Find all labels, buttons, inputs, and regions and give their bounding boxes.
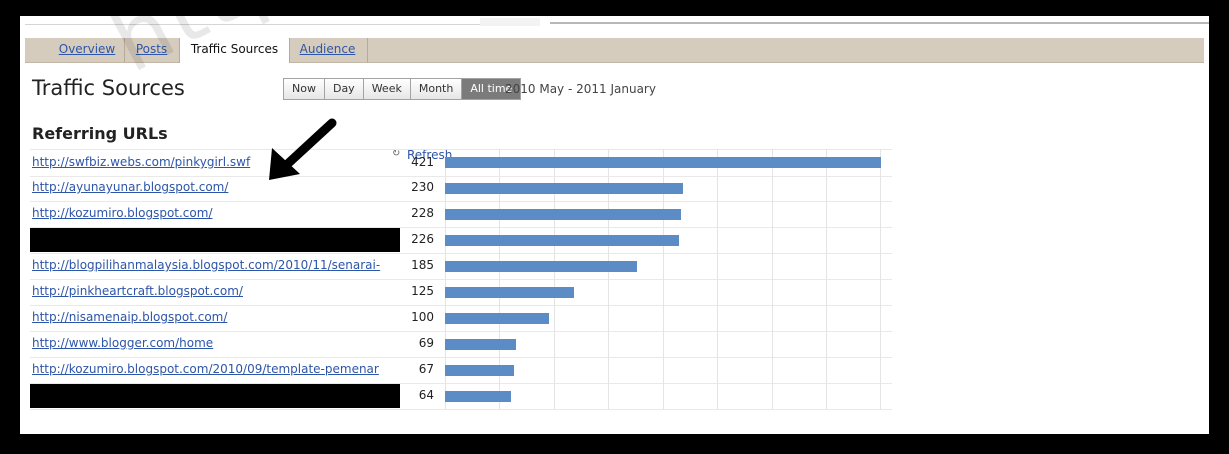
referrer-bar	[445, 183, 683, 194]
referrer-link[interactable]: http://www.blogger.com/home	[32, 336, 382, 350]
time-button-day[interactable]: Day	[324, 79, 364, 99]
divider	[25, 24, 480, 25]
tab-audience[interactable]: Audience	[288, 38, 368, 62]
screenshot-canvas: Overview Posts Traffic Sources Audience …	[20, 16, 1209, 434]
time-range-selector: Now Day Week Month All time	[283, 78, 522, 100]
visit-count: 230	[411, 180, 434, 194]
referrer-bar	[445, 313, 549, 324]
tab-posts[interactable]: Posts	[124, 38, 180, 62]
referring-urls-heading: Referring URLs	[32, 124, 168, 143]
gridline	[772, 149, 773, 409]
tab-overview[interactable]: Overview	[50, 38, 125, 62]
redacted-url	[30, 384, 400, 408]
date-range: 2010 May - 2011 January	[505, 82, 656, 96]
visit-count: 67	[418, 362, 434, 376]
visit-count: 185	[411, 258, 434, 272]
referrer-link[interactable]: http://blogpilihanmalaysia.blogspot.com/…	[32, 258, 382, 272]
visit-count: 100	[411, 310, 434, 324]
time-button-month[interactable]: Month	[410, 79, 463, 99]
referrer-link[interactable]: http://kozumiro.blogspot.com/2010/09/tem…	[32, 362, 382, 376]
time-button-now[interactable]: Now	[284, 79, 325, 99]
referrer-bar	[445, 339, 516, 350]
referrer-bar	[445, 157, 881, 168]
redacted-url	[30, 228, 400, 252]
referrer-bar	[445, 287, 574, 298]
visit-count: 226	[411, 232, 434, 246]
page-title: Traffic Sources	[32, 76, 185, 100]
referrer-link[interactable]: http://pinkheartcraft.blogspot.com/	[32, 284, 382, 298]
tab-traffic-sources[interactable]: Traffic Sources	[179, 38, 290, 63]
visit-count: 69	[418, 336, 434, 350]
referrer-link[interactable]: http://kozumiro.blogspot.com/	[32, 206, 382, 220]
stats-tab-bar: Overview Posts Traffic Sources Audience	[25, 38, 1204, 63]
gridline	[826, 149, 827, 409]
gridline	[717, 149, 718, 409]
bar-chart-area	[445, 149, 892, 409]
referrer-bar	[445, 391, 511, 402]
arrow-pointer-icon	[269, 118, 337, 180]
gridline	[880, 149, 881, 409]
divider	[480, 18, 540, 26]
time-button-week[interactable]: Week	[363, 79, 411, 99]
visit-count: 228	[411, 206, 434, 220]
referrer-bar	[445, 365, 514, 376]
referring-urls-table: http://swfbiz.webs.com/pinkygirl.swf 421…	[30, 149, 892, 410]
referrer-bar	[445, 261, 637, 272]
visit-count: 64	[418, 388, 434, 402]
referrer-bar	[445, 209, 681, 220]
referrer-link[interactable]: http://nisamenaip.blogspot.com/	[32, 310, 382, 324]
referrer-bar	[445, 235, 679, 246]
visit-count: 421	[411, 155, 434, 169]
divider	[550, 22, 1209, 24]
top-border	[20, 16, 1209, 38]
visit-count: 125	[411, 284, 434, 298]
